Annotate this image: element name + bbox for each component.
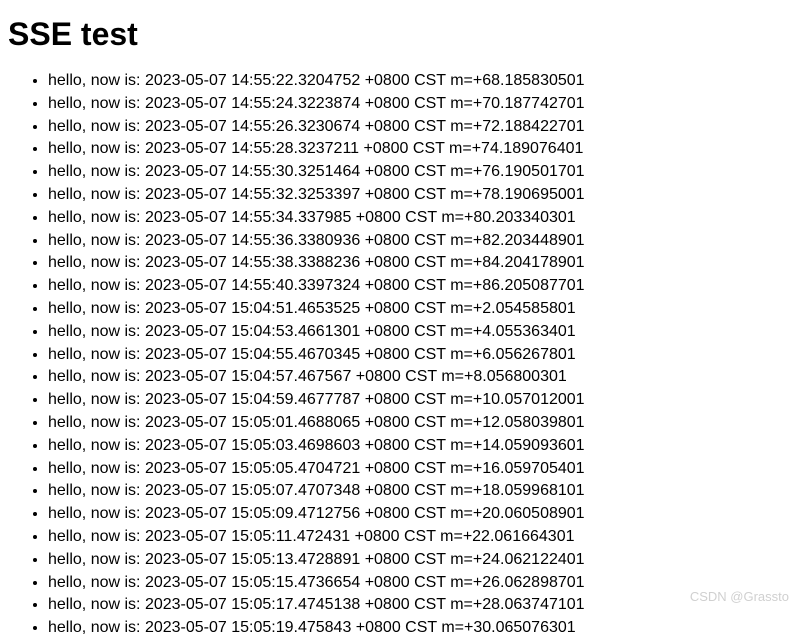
list-item: hello, now is: 2023-05-07 14:55:26.32306… (48, 117, 791, 138)
list-item: hello, now is: 2023-05-07 15:05:01.46880… (48, 413, 791, 434)
list-item: hello, now is: 2023-05-07 14:55:24.32238… (48, 94, 791, 115)
list-item: hello, now is: 2023-05-07 15:04:51.46535… (48, 299, 791, 320)
list-item: hello, now is: 2023-05-07 14:55:32.32533… (48, 185, 791, 206)
list-item: hello, now is: 2023-05-07 15:05:15.47366… (48, 573, 791, 594)
list-item: hello, now is: 2023-05-07 15:05:03.46986… (48, 436, 791, 457)
list-item: hello, now is: 2023-05-07 14:55:40.33973… (48, 276, 791, 297)
list-item: hello, now is: 2023-05-07 15:04:59.46777… (48, 390, 791, 411)
list-item: hello, now is: 2023-05-07 14:55:38.33882… (48, 253, 791, 274)
list-item: hello, now is: 2023-05-07 15:05:07.47073… (48, 481, 791, 502)
list-item: hello, now is: 2023-05-07 15:05:19.47584… (48, 618, 791, 639)
list-item: hello, now is: 2023-05-07 15:05:05.47047… (48, 459, 791, 480)
list-item: hello, now is: 2023-05-07 14:55:36.33809… (48, 231, 791, 252)
list-item: hello, now is: 2023-05-07 15:05:09.47127… (48, 504, 791, 525)
message-list: hello, now is: 2023-05-07 14:55:22.32047… (8, 71, 791, 639)
list-item: hello, now is: 2023-05-07 14:55:34.33798… (48, 208, 791, 229)
list-item: hello, now is: 2023-05-07 15:04:53.46613… (48, 322, 791, 343)
page-title: SSE test (8, 16, 791, 53)
watermark: CSDN @Grassto (690, 589, 789, 604)
list-item: hello, now is: 2023-05-07 15:04:55.46703… (48, 345, 791, 366)
list-item: hello, now is: 2023-05-07 14:55:22.32047… (48, 71, 791, 92)
list-item: hello, now is: 2023-05-07 14:55:28.32372… (48, 139, 791, 160)
list-item: hello, now is: 2023-05-07 15:05:13.47288… (48, 550, 791, 571)
list-item: hello, now is: 2023-05-07 15:05:17.47451… (48, 595, 791, 616)
list-item: hello, now is: 2023-05-07 15:05:11.47243… (48, 527, 791, 548)
list-item: hello, now is: 2023-05-07 15:04:57.46756… (48, 367, 791, 388)
list-item: hello, now is: 2023-05-07 14:55:30.32514… (48, 162, 791, 183)
